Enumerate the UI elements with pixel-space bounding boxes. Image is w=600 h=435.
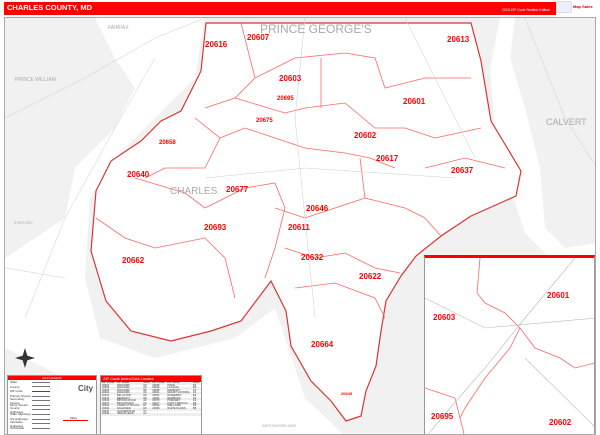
legend-item-label: County [10,384,20,389]
inset-shapes [425,258,594,434]
legend-line-swatch [32,395,50,397]
index-grid: ZIP CODE ZIP NAME GRID ZIP CODE ZIP NAME GRID… [101,381,201,416]
map-title: CHARLES COUNTY, MD [7,3,93,12]
zip-label-20662: 20662 [122,256,145,265]
zip-label-20637: 20637 [451,166,474,175]
zip-label-20622: 20622 [359,272,382,281]
table-cell: C2 [143,412,147,416]
county-label-prince-william: PRINCE WILLIAM [15,77,56,83]
zip-label-20616: 20616 [205,40,228,49]
county-label-prince-georges: PRINCE GEORGE'S [260,22,372,36]
table-cell: 20640 [102,412,110,416]
zip-label-20601: 20601 [403,97,426,106]
legend-line-swatch [32,423,50,425]
zip-label-20603: 20603 [279,74,302,83]
legend-item: Toll Roads [8,426,96,431]
title-bar: CHARLES COUNTY, MD 2023 ZIP Code Redline… [4,2,556,15]
county-label-westmoreland: WESTMORELAND [262,423,297,428]
zip-label-20693: 20693 [204,223,227,232]
zip-label-20677: 20677 [226,185,249,194]
legend-item-label: State [10,380,18,385]
zip-label-20658: 20658 [159,140,176,146]
map-canvas[interactable]: PRINCE GEORGE'S FAIRFAX PRINCE WILLIAM C… [4,17,596,435]
table-cell: INDIAN HEAD [117,412,134,416]
zip-label-20613: 20613 [447,35,470,44]
patuxent-river [490,18,595,258]
legend-line-swatch [32,404,50,406]
logo-text: Map Sales [573,4,593,9]
legend-line-swatch [32,386,50,388]
edition-label: 2023 ZIP Code Redline Edition [502,8,550,12]
zip-label-20632: 20632 [301,253,324,262]
legend-line-swatch [32,413,50,415]
inset-zip-label-20602: 20602 [549,418,572,427]
county-label-calvert: CALVERT [546,117,587,127]
inset-zip-label-20603: 20603 [433,313,456,322]
legend-item-label: State Highways [10,412,31,417]
scale-bar [63,420,88,421]
legend-line-swatch [32,409,50,411]
legend-line-swatch [32,418,50,420]
legend-city-label: City [78,384,94,393]
zip-label-20607: 20607 [247,33,270,42]
table-cell [151,413,166,416]
publisher-logo: Map Sales [556,1,598,15]
legend-line-swatch [32,427,50,429]
table-cell [192,413,201,416]
county-label-fairfax: FAIRFAX [108,25,129,31]
county-label-charles: CHARLES [170,186,218,197]
zip-label-20695: 20695 [277,96,294,102]
county-label-stafford: STAFFORD [14,221,33,225]
zip-label-20602: 20602 [354,131,377,140]
zip-label-20646: 20646 [306,204,329,213]
legend-item-label: Toll Roads [10,426,25,431]
zip-label-20675: 20675 [256,118,273,124]
legend-line-swatch [32,381,50,383]
inset-zip-label-20695: 20695 [431,412,454,421]
legend-item-label: ZIP Code [10,389,23,394]
table-row: 20640 INDIAN HEAD C2 [101,413,201,416]
zip-label-20645: 20645 [341,391,353,396]
legend-line-swatch [32,390,50,392]
table-cell [166,413,192,416]
legend-line-swatch [32,400,50,402]
map-legend: MAP LEGEND State County ZIP Code Primary St… [7,375,97,434]
zip-label-20664: 20664 [311,340,334,349]
waldorf-inset-map[interactable]: 20601 20603 20695 20602 [424,255,595,434]
zip-index-table: ZIP Code Index/Grid Locator ZIP CODE ZIP … [100,375,202,434]
zip-label-20640: 20640 [127,170,150,179]
inset-zip-label-20601: 20601 [547,291,570,300]
zip-label-20617: 20617 [376,154,399,163]
zip-label-20611: 20611 [288,223,310,232]
